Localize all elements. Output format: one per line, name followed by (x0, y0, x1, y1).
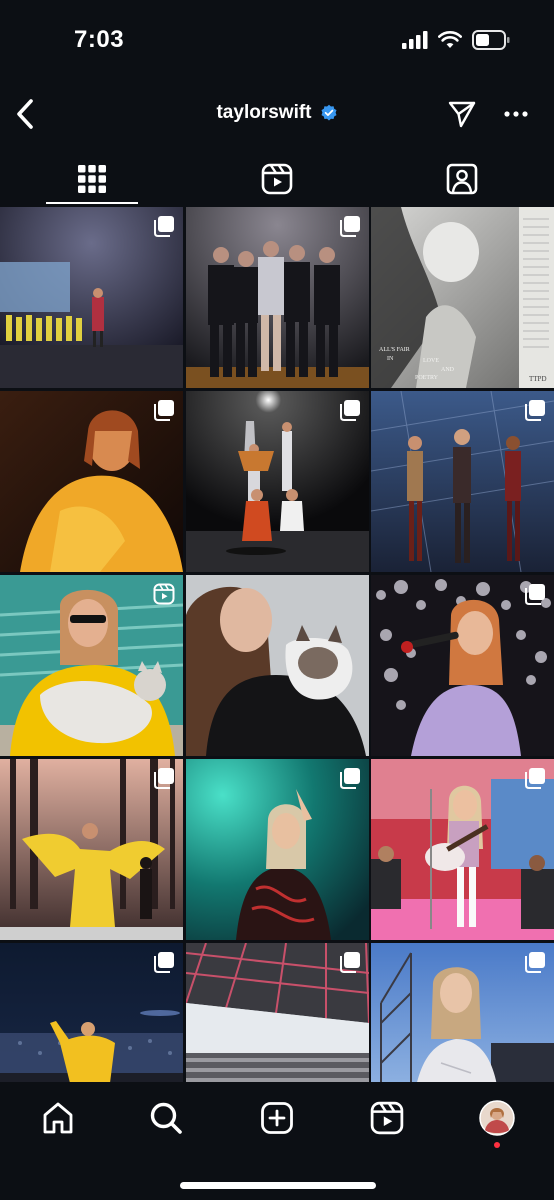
more-options-button[interactable] (498, 96, 534, 132)
carousel-icon (525, 584, 545, 605)
nav-search[interactable] (146, 1098, 186, 1138)
post-tile[interactable] (371, 575, 554, 756)
carousel-icon (525, 400, 545, 421)
tab-posts-grid[interactable] (32, 152, 152, 206)
post-tile[interactable] (185, 207, 369, 388)
send-icon (448, 101, 476, 128)
nav-reels[interactable] (367, 1098, 407, 1138)
reels-icon (153, 583, 175, 605)
carousel-icon (154, 400, 174, 421)
album-cover-line: ALL'S FAIR (379, 347, 410, 353)
verified-badge-icon (321, 104, 337, 121)
post-tile[interactable] (185, 759, 369, 940)
posts-grid: ALL'S FAIR IN LOVE AND POETRY TTPD (0, 207, 554, 1124)
post-tile[interactable] (371, 759, 554, 940)
battery-icon (472, 30, 510, 50)
carousel-icon (525, 952, 545, 973)
carousel-icon (339, 216, 360, 237)
home-icon (43, 1102, 73, 1134)
post-tile[interactable] (185, 575, 369, 756)
profile-header: taylorswift (0, 86, 554, 142)
album-cover-mark: TTPD (529, 375, 547, 383)
more-icon (504, 111, 528, 117)
post-tile[interactable] (371, 391, 554, 572)
selected-tab-indicator (46, 202, 138, 204)
album-cover-line: AND (441, 367, 455, 373)
post-tile[interactable] (0, 391, 183, 572)
post-thumbnail-image: ALL'S FAIR IN LOVE AND POETRY TTPD (371, 207, 554, 388)
tab-reels[interactable] (217, 152, 337, 206)
carousel-icon (339, 768, 360, 789)
reels-icon (261, 163, 293, 195)
wifi-icon (438, 31, 462, 48)
send-message-button[interactable] (444, 96, 480, 132)
add-post-icon (261, 1102, 293, 1134)
post-tile[interactable] (185, 391, 369, 572)
carousel-icon (525, 768, 545, 789)
nav-profile[interactable] (477, 1098, 517, 1138)
nav-home[interactable] (38, 1098, 78, 1138)
status-time: 7:03 (74, 26, 125, 53)
tab-tagged[interactable] (402, 152, 522, 206)
status-bar: 7:03 (0, 0, 554, 80)
reels-icon (370, 1101, 404, 1135)
search-icon (150, 1102, 182, 1134)
grid-icon (78, 165, 106, 193)
status-icons (402, 30, 510, 50)
post-thumbnail-image (185, 575, 369, 756)
tagged-person-icon (446, 163, 478, 195)
carousel-icon (339, 952, 360, 973)
post-tile[interactable] (0, 575, 183, 756)
post-tile[interactable] (0, 207, 183, 388)
username: taylorswift (216, 102, 312, 123)
post-tile[interactable] (0, 759, 183, 940)
album-cover-line: LOVE (423, 358, 439, 364)
carousel-icon (154, 952, 174, 973)
home-indicator (180, 1182, 376, 1189)
carousel-icon (154, 216, 174, 237)
carousel-icon (154, 768, 174, 789)
album-cover-line: POETRY (415, 375, 439, 381)
nav-create[interactable] (257, 1098, 297, 1138)
profile-avatar (479, 1100, 515, 1136)
carousel-icon (339, 400, 360, 421)
notification-dot (494, 1142, 500, 1148)
profile-tabs (0, 152, 554, 206)
album-cover-line: IN (387, 356, 394, 362)
post-tile[interactable]: ALL'S FAIR IN LOVE AND POETRY TTPD (371, 207, 554, 388)
signal-icon (402, 31, 428, 49)
